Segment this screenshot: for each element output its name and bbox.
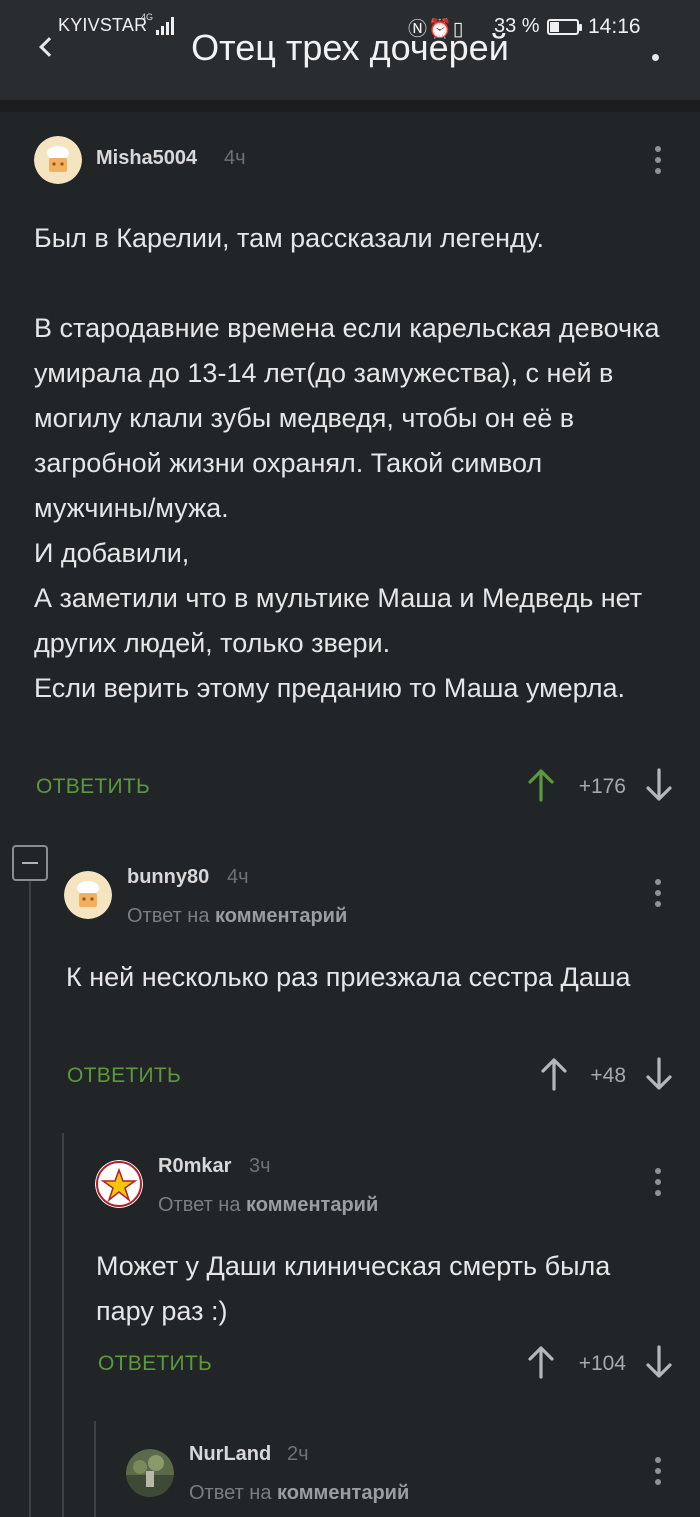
comment-paragraph: И добавили, [34,538,190,568]
comment-text: Может у Даши клиническая смерть была пар… [96,1251,611,1326]
thread-line [29,881,31,1517]
more-vertical-icon[interactable] [655,146,661,174]
comment-paragraph: А заметили что в мультике Маша и Медведь… [34,583,643,658]
battery-icon [547,19,582,35]
top-bar: Отец трех дочерей KYIVSTAR 4G Ⓝ⏰▯ 33 % 1… [0,0,700,100]
comment-paragraph-spacer [34,261,664,306]
comment-score: +48 [590,1064,626,1087]
comment-text: Был в Карелии, там рассказали легенду. В… [34,216,664,711]
comment-time: 2ч [287,1443,309,1465]
more-vertical-icon[interactable] [655,1168,661,1196]
reply-to-link[interactable]: комментарий [246,1194,378,1216]
collapse-thread-button[interactable] [12,845,48,881]
nfc-icon: Ⓝ [408,19,429,40]
avatar[interactable] [34,136,82,184]
avatar[interactable] [95,1160,143,1208]
comment-paragraph: Если верить этому преданию то Маша умерл… [34,673,626,703]
comment-score: +176 [578,775,626,798]
reply-to-prefix: Ответ на [127,905,210,927]
reply-button[interactable]: ОТВЕТИТЬ [36,775,150,799]
status-bar: KYIVSTAR 4G Ⓝ⏰▯ 33 % 14:16 [0,12,700,42]
signal-icon [156,17,176,35]
clock: 14:16 [588,15,641,38]
thread-line [62,1133,64,1517]
reply-to-label: Ответ на комментарий [189,1482,409,1505]
comment-time: 4ч [224,147,246,169]
post-comments-screen: Отец трех дочерей KYIVSTAR 4G Ⓝ⏰▯ 33 % 1… [0,0,700,1517]
network-type: 4G [141,12,154,22]
avatar[interactable] [64,871,112,919]
reply-to-label: Ответ на комментарий [158,1194,378,1217]
more-vertical-icon[interactable] [655,879,661,907]
reply-to-link[interactable]: комментарий [277,1482,409,1504]
vote-down-arrow-icon[interactable] [645,768,673,802]
reply-to-prefix: Ответ на [158,1194,241,1216]
comment-time: 4ч [227,866,249,888]
alarm-icon: ⏰ [428,19,453,40]
avatar[interactable] [126,1449,174,1497]
header-divider [0,100,700,112]
reply-to-link[interactable]: комментарий [215,905,347,927]
vibrate-icon: ▯ [452,19,465,40]
username[interactable]: bunny80 [127,866,209,889]
comment-score: +104 [578,1352,626,1375]
comment-time: 3ч [249,1155,271,1177]
reply-to-label: Ответ на комментарий [127,905,347,928]
status-icons: Ⓝ⏰▯ [408,14,464,41]
carrier-label: KYIVSTAR [58,15,148,35]
comment-text: К ней несколько раз приезжала сестра Даш… [66,962,631,992]
more-options-icon[interactable] [652,54,659,61]
vote-up-arrow-icon[interactable] [527,1345,555,1379]
comment-paragraph: В стародавние времена если карельская де… [34,313,660,523]
vote-down-arrow-icon[interactable] [645,1345,673,1379]
battery-percent: 33 % [494,15,540,37]
reply-to-prefix: Ответ на [189,1482,272,1504]
vote-up-arrow-icon[interactable] [527,768,555,802]
battery-fill [550,22,559,32]
thread-line [94,1421,96,1517]
vote-down-arrow-icon[interactable] [645,1057,673,1091]
more-vertical-icon[interactable] [655,1457,661,1485]
vote-up-arrow-icon[interactable] [540,1057,568,1091]
username[interactable]: R0mkar [158,1155,231,1178]
username[interactable]: NurLand [189,1443,271,1466]
reply-button[interactable]: ОТВЕТИТЬ [98,1352,212,1376]
comment-paragraph: Был в Карелии, там рассказали легенду. [34,223,545,253]
username[interactable]: Misha5004 [96,147,197,170]
reply-button[interactable]: ОТВЕТИТЬ [67,1064,181,1088]
